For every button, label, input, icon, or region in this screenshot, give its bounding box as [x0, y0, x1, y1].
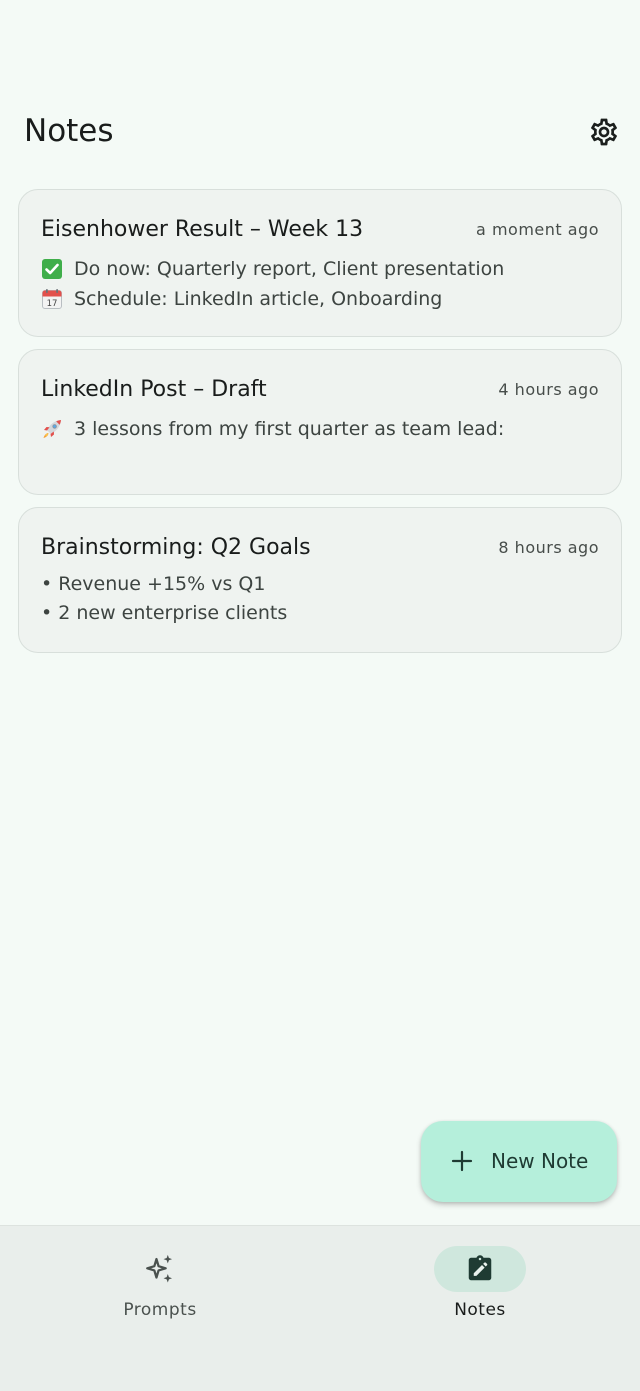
- nav-label: Notes: [454, 1300, 506, 1320]
- new-note-label: New Note: [491, 1149, 589, 1173]
- note-timestamp: 4 hours ago: [498, 380, 599, 399]
- note-preview-line: Do now: Quarterly report, Client present…: [41, 254, 599, 284]
- note-preview-text: Do now: Quarterly report, Client present…: [74, 258, 505, 280]
- nav-item-prompts[interactable]: Prompts: [60, 1246, 260, 1336]
- gear-icon: [591, 118, 617, 146]
- notes-list: Eisenhower Result – Week 13 a moment ago…: [18, 189, 622, 665]
- note-preview: Do now: Quarterly report, Client present…: [41, 254, 599, 314]
- nav-label: Prompts: [123, 1300, 197, 1320]
- bottom-navigation: Prompts Notes: [0, 1225, 640, 1391]
- note-preview-text: Schedule: LinkedIn article, Onboarding: [74, 288, 443, 310]
- note-preview-text: • 2 new enterprise clients: [41, 602, 288, 624]
- settings-button[interactable]: [582, 110, 626, 154]
- check-mark-emoji-icon: [41, 258, 63, 280]
- note-preview: 3 lessons from my first quarter as team …: [41, 414, 599, 444]
- note-timestamp: 8 hours ago: [498, 538, 599, 557]
- nav-item-notes[interactable]: Notes: [380, 1246, 580, 1336]
- note-preview-text: • Revenue +15% vs Q1: [41, 573, 266, 595]
- note-preview-line: • 2 new enterprise clients: [41, 599, 599, 628]
- new-note-button[interactable]: New Note: [421, 1121, 617, 1202]
- note-preview-line: • Revenue +15% vs Q1: [41, 570, 599, 599]
- nav-indicator: [114, 1246, 206, 1292]
- note-preview-line: 17 Schedule: LinkedIn article, Onboardin…: [41, 284, 599, 314]
- top-app-bar: Notes: [0, 0, 640, 180]
- sparkles-icon: [146, 1254, 173, 1283]
- calendar-emoji-icon: 17: [41, 288, 63, 310]
- note-preview: • Revenue +15% vs Q1 • 2 new enterprise …: [41, 570, 599, 628]
- note-preview-text: 3 lessons from my first quarter as team …: [74, 418, 505, 440]
- note-timestamp: a moment ago: [476, 220, 599, 239]
- note-title: LinkedIn Post – Draft: [41, 377, 267, 402]
- note-card[interactable]: Eisenhower Result – Week 13 a moment ago…: [18, 189, 622, 337]
- clipboard-edit-icon: [468, 1255, 492, 1281]
- note-preview-line: 3 lessons from my first quarter as team …: [41, 414, 599, 444]
- plus-icon: [451, 1150, 473, 1172]
- svg-text:17: 17: [47, 299, 58, 309]
- page-title: Notes: [24, 113, 114, 149]
- note-title: Eisenhower Result – Week 13: [41, 217, 364, 242]
- note-title: Brainstorming: Q2 Goals: [41, 535, 311, 560]
- note-card[interactable]: LinkedIn Post – Draft 4 hours ago 3 less…: [18, 349, 622, 495]
- rocket-emoji-icon: [41, 418, 63, 440]
- note-card[interactable]: Brainstorming: Q2 Goals 8 hours ago • Re…: [18, 507, 622, 653]
- nav-indicator-active: [434, 1246, 526, 1292]
